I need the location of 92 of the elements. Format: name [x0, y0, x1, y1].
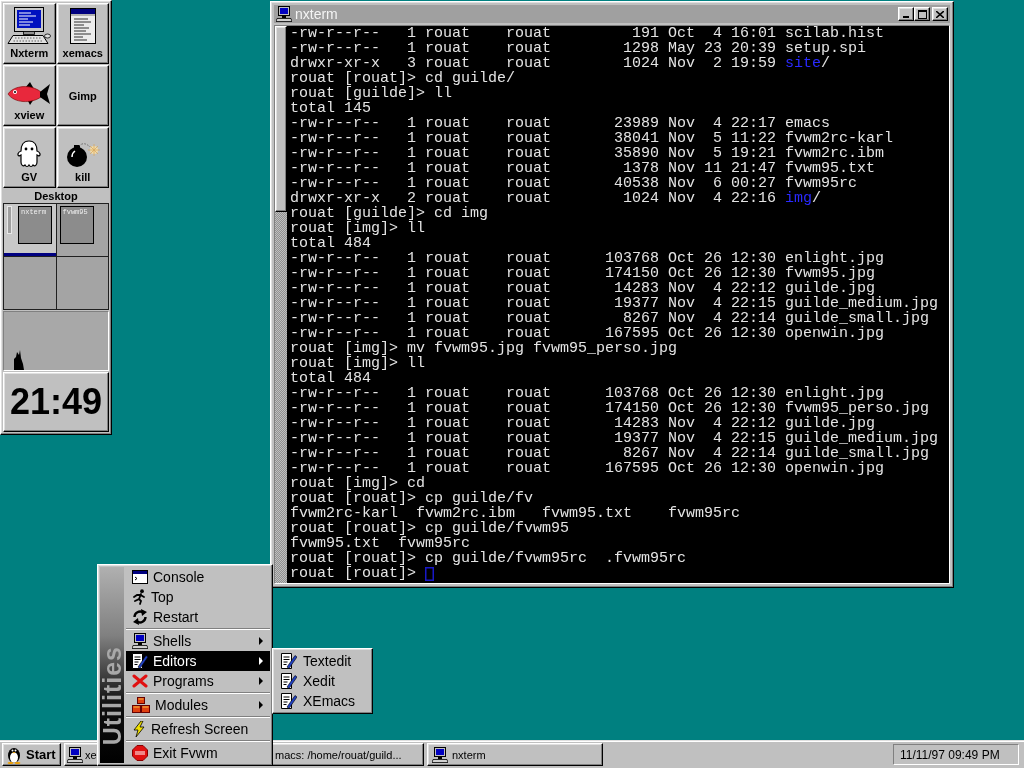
- terminal-line: fvwm95.txt fvwm95rc: [290, 536, 471, 551]
- stop-sign-icon: [132, 745, 148, 761]
- notepad-pen-icon: [281, 673, 297, 689]
- notepad-pen-icon: [132, 653, 148, 669]
- circular-arrows-icon: [132, 609, 148, 625]
- penguin-icon: [6, 745, 22, 764]
- lightning-icon: [132, 721, 146, 737]
- terminal-line: -rw-r--r-- 1 rouat rouat 40538 Nov 6 00:27 fvwm95rc: [290, 176, 858, 191]
- maximize-button[interactable]: [914, 7, 930, 21]
- menu-item[interactable]: Top: [126, 587, 270, 607]
- terminal-line: -rw-r--r-- 1 rouat rouat 1298 May 23 20:39 setup.spi: [290, 41, 867, 56]
- terminal-line: rouat [img]> ll: [290, 356, 426, 371]
- terminal-line: -rw-r--r-- 1 rouat rouat 35890 Nov 5 19:21 fvwm2rc.ibm: [290, 146, 885, 161]
- taskbar-button[interactable]: nxterm: [427, 743, 603, 766]
- terminal-line: total 484: [290, 371, 371, 386]
- launcher-button[interactable]: xview: [3, 65, 56, 126]
- terminal-line: -rw-r--r-- 1 rouat rouat 167595 Oct 26 12:30 openwin.jpg: [290, 326, 885, 341]
- clock: 21:49: [3, 372, 109, 432]
- terminal-line: -rw-r--r-- 1 rouat rouat 1378 Nov 11 21:47 fvwm95.txt: [290, 161, 876, 176]
- terminal-line: rouat [img]> mv fvwm95.jpg fvwm95_perso.jpg: [290, 341, 678, 356]
- mini-window: [7, 206, 12, 234]
- notepad-pen-icon: [281, 693, 297, 709]
- start-button[interactable]: Start: [2, 743, 61, 766]
- terminal-line: drwxr-xr-x 2 rouat rouat 1024 Nov 4 22:16 img/: [290, 191, 822, 206]
- terminal-line: -rw-r--r-- 1 rouat rouat 23989 Nov 4 22:17 emacs: [290, 116, 831, 131]
- computer-icon: [276, 6, 292, 22]
- terminal-line: rouat [rouat]> cp guilde/fvwm95: [290, 521, 570, 536]
- computer-icon: [132, 633, 148, 649]
- terminal-line: -rw-r--r-- 1 rouat rouat 174150 Oct 26 12:30 fvwm95_perso.jpg: [290, 401, 930, 416]
- terminal-line: rouat [rouat]> cp guilde/fvwm95rc .fvwm95rc: [290, 551, 687, 566]
- close-icon: [936, 10, 944, 18]
- running-figure-icon: [132, 589, 146, 605]
- menu-item[interactable]: XEmacs: [275, 691, 370, 711]
- terminal-line: -rw-r--r-- 1 rouat rouat 19377 Nov 4 22:15 guilde_medium.jpg: [290, 296, 939, 311]
- computer-icon: [7, 7, 52, 44]
- terminal-line: -rw-r--r-- 1 rouat rouat 174150 Oct 26 12:30 fvwm95.jpg: [290, 266, 876, 281]
- launcher-button[interactable]: xemacs: [56, 3, 109, 64]
- launcher-button[interactable]: GV: [3, 127, 56, 188]
- scrollbar-thumb[interactable]: [275, 26, 287, 212]
- bomb-icon: [65, 142, 100, 168]
- maximize-icon: [917, 9, 927, 19]
- menu-item[interactable]: Exit Fvwm: [126, 743, 270, 763]
- notepad-pen-icon: [281, 653, 297, 669]
- menu-item[interactable]: Restart: [126, 607, 270, 627]
- terminal-line: -rw-r--r-- 1 rouat rouat 14283 Nov 4 22:12 guilde.jpg: [290, 416, 876, 431]
- minimize-button[interactable]: [898, 7, 914, 21]
- launcher-button[interactable]: Gimp: [56, 65, 109, 126]
- terminal-line: rouat [rouat]>: [290, 566, 418, 581]
- terminal-line: -rw-r--r-- 1 rouat rouat 8267 Nov 4 22:14 guilde_small.jpg: [290, 446, 930, 461]
- menu-item[interactable]: Refresh Screen: [126, 719, 270, 739]
- blocks-icon: [132, 697, 150, 713]
- window-icon: [132, 570, 148, 584]
- menu-item[interactable]: Textedit: [275, 651, 370, 671]
- terminal-line: -rw-r--r-- 1 rouat rouat 167595 Oct 26 12:30 openwin.jpg: [290, 461, 885, 476]
- load-graph-drawing: [14, 350, 24, 370]
- launcher-button[interactable]: Nxterm: [3, 3, 56, 64]
- menu-item[interactable]: Editors: [126, 651, 270, 671]
- menu-item[interactable]: Shells: [126, 631, 270, 651]
- pager-title: Desktop: [33, 189, 79, 203]
- terminal-line: rouat [guilde]> ll: [290, 86, 453, 101]
- taskbar-button[interactable]: macs: /home/rouat/guild...: [270, 743, 424, 766]
- terminal-line: fvwm2rc-karl fvwm2rc.ibm fvwm95.txt fvwm95rc: [290, 506, 741, 521]
- terminal-line: rouat [rouat]> cp guilde/fv: [290, 491, 534, 506]
- window-title: nxterm: [295, 6, 338, 22]
- ghost-icon: [17, 140, 42, 168]
- close-button[interactable]: [932, 7, 948, 21]
- menu-title: Utilities: [100, 645, 124, 745]
- terminal-line: -rw-r--r-- 1 rouat rouat 8267 Nov 4 22:14 guilde_small.jpg: [290, 311, 930, 326]
- terminal-line: -rw-r--r-- 1 rouat rouat 103768 Oct 26 12:30 enlight.jpg: [290, 251, 885, 266]
- menu-item[interactable]: Modules: [126, 695, 270, 715]
- terminal-line: rouat [img]> ll: [290, 221, 426, 236]
- taskbar-clock: 11/11/97 09:49 PM: [893, 744, 1019, 765]
- terminal-line: -rw-r--r-- 1 rouat rouat 14283 Nov 4 22:12 guilde.jpg: [290, 281, 876, 296]
- terminal-line: total 145: [290, 101, 371, 116]
- terminal-line: -rw-r--r-- 1 rouat rouat 19377 Nov 4 22:15 guilde_medium.jpg: [290, 431, 939, 446]
- menu-item[interactable]: Programs: [126, 671, 270, 691]
- fish-icon: [7, 82, 52, 106]
- terminal-line: -rw-r--r-- 1 rouat rouat 103768 Oct 26 12:30 enlight.jpg: [290, 386, 885, 401]
- terminal-line: rouat [guilde]> cd img: [290, 206, 489, 221]
- terminal-line: total 484: [290, 236, 371, 251]
- minimize-icon: [903, 16, 909, 18]
- launcher-button[interactable]: kill: [56, 127, 109, 188]
- terminal-line: -rw-r--r-- 1 rouat rouat 191 Oct 4 16:01 scilab.hist: [290, 26, 885, 41]
- terminal-line: -rw-r--r-- 1 rouat rouat 38041 Nov 5 11:22 fvwm2rc-karl: [290, 131, 894, 146]
- menu-item[interactable]: Console: [126, 567, 270, 587]
- scrollbar[interactable]: [275, 26, 287, 583]
- terminal-line: drwxr-xr-x 3 rouat rouat 1024 Nov 2 19:59 site/: [290, 56, 831, 71]
- menu-item[interactable]: Xedit: [275, 671, 370, 691]
- terminal-line: rouat [img]> cd: [290, 476, 426, 491]
- x-mark-icon: [132, 674, 148, 688]
- terminal-line: rouat [rouat]> cd guilde/: [290, 71, 516, 86]
- document-window-icon: [69, 8, 96, 44]
